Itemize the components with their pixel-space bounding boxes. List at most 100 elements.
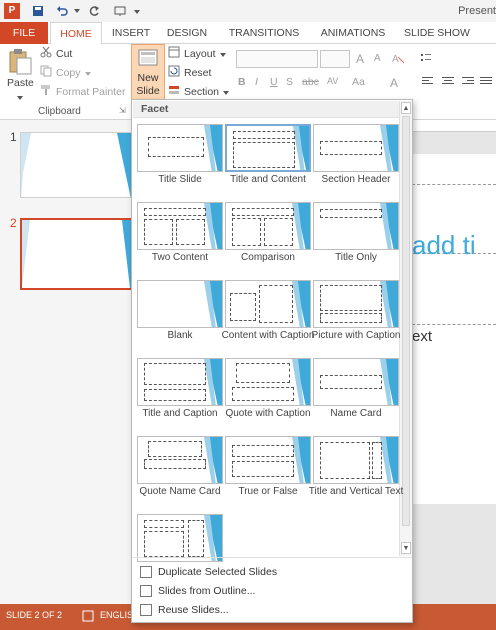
document-title: Present [458, 5, 496, 17]
layout-thumbnail[interactable] [225, 202, 311, 250]
scroll-down-icon[interactable]: ▼ [401, 542, 411, 554]
paste-label: Paste [7, 77, 34, 89]
layout-thumbnail[interactable] [225, 124, 311, 172]
layout-thumbnail[interactable] [313, 124, 399, 172]
start-slideshow-icon[interactable] [112, 3, 128, 19]
cut-label: Cut [56, 47, 73, 60]
content-placeholder[interactable] [412, 324, 496, 504]
tab-animations[interactable]: ANIMATIONS [316, 22, 390, 44]
copy-button[interactable]: Copy [40, 65, 91, 80]
layout-thumbnail[interactable] [137, 202, 223, 250]
section-icon [168, 84, 180, 99]
slides-from-outline-command[interactable]: Slides from Outline... [140, 585, 255, 597]
align-right-icon[interactable] [462, 76, 474, 86]
paste-dropdown-icon[interactable] [17, 91, 23, 103]
format-painter-button[interactable]: Format Painter [40, 84, 125, 99]
customize-toolbar-icon[interactable] [132, 3, 142, 19]
layout-label: Comparison [241, 252, 295, 263]
status-language[interactable]: ENGLIS [100, 610, 133, 620]
tab-insert[interactable]: INSERT [108, 22, 154, 44]
section-label: Section [184, 85, 220, 98]
bullets-icon[interactable] [420, 52, 432, 64]
layout-thumbnail[interactable] [225, 436, 311, 484]
reset-button[interactable]: Reset [168, 65, 211, 80]
layout-thumbnail[interactable] [137, 280, 223, 328]
spelling-icon[interactable] [82, 610, 94, 625]
slide-thumbnail-2[interactable] [20, 218, 136, 290]
undo-dropdown-icon[interactable] [72, 3, 82, 19]
layout-thumbnail[interactable] [137, 358, 223, 406]
align-left-icon[interactable] [422, 76, 434, 86]
underline-button[interactable]: U [270, 76, 278, 88]
save-icon[interactable] [30, 3, 46, 19]
clear-formatting-icon[interactable]: A [392, 52, 404, 64]
copy-dropdown-icon[interactable] [84, 67, 91, 79]
tab-transitions[interactable]: TRANSITIONS [226, 22, 302, 44]
section-button[interactable]: Section [168, 84, 230, 99]
slide-content-text[interactable]: ext [412, 328, 432, 345]
clipboard-group-label: Clipboard [38, 106, 81, 117]
slide-editing-area: add ti ext [412, 120, 496, 604]
theme-name: Facet [141, 103, 169, 115]
tab-file[interactable]: FILE [0, 22, 48, 44]
layout-label: Picture with Caption [311, 330, 401, 341]
bold-button[interactable]: B [238, 76, 246, 88]
clipboard-dialog-launcher-icon[interactable]: ⇲ [119, 106, 126, 115]
svg-text:A: A [392, 54, 399, 64]
gallery-header: Facet [133, 101, 399, 118]
font-color-button[interactable]: A [390, 76, 398, 90]
redo-icon[interactable] [86, 3, 102, 19]
tab-design[interactable]: DESIGN [164, 22, 210, 44]
tab-slide-show[interactable]: SLIDE SHOW [404, 22, 470, 44]
layout-dropdown-icon[interactable] [219, 48, 226, 60]
layout-thumbnail[interactable] [313, 436, 399, 484]
shadow-button[interactable]: S [286, 76, 293, 88]
layout-thumbnail[interactable] [313, 358, 399, 406]
new-slide-label-line1: New [137, 72, 159, 84]
layout-button[interactable]: Layout [168, 46, 226, 61]
increase-font-icon[interactable]: A [356, 52, 364, 66]
layout-thumbnail[interactable] [313, 202, 399, 250]
horizontal-ruler [412, 120, 496, 132]
slide-number-1: 1 [10, 130, 17, 144]
layout-label: Blank [167, 330, 193, 341]
layout-thumbnail[interactable] [225, 280, 311, 328]
slide-canvas[interactable]: add ti ext [412, 154, 496, 504]
layout-thumbnail[interactable] [225, 358, 311, 406]
tab-home[interactable]: HOME [50, 22, 102, 45]
align-center-icon[interactable] [442, 76, 454, 86]
character-spacing-button[interactable]: AV [327, 76, 338, 86]
duplicate-slides-command[interactable]: Duplicate Selected Slides [140, 566, 277, 578]
layout-thumbnail[interactable] [137, 124, 223, 172]
new-slide-layout-gallery: Facet ▲ ▼ Title Slide Title and Content Se… [131, 99, 413, 623]
copy-icon [40, 65, 52, 80]
copy-label: Copy [56, 66, 81, 79]
justify-icon[interactable] [480, 76, 492, 86]
cut-button[interactable]: Cut [40, 46, 72, 61]
paintbrush-icon [40, 84, 52, 99]
reuse-slides-command[interactable]: Reuse Slides... [140, 604, 229, 616]
layout-thumbnail[interactable] [313, 280, 399, 328]
status-slide-count: SLIDE 2 OF 2 [6, 610, 63, 620]
change-case-button[interactable]: Aa [352, 76, 365, 88]
section-dropdown-icon[interactable] [223, 86, 230, 98]
font-name-select[interactable] [236, 50, 318, 68]
slide-title-text[interactable]: add ti [412, 230, 476, 261]
slide-thumbnail-1[interactable] [20, 132, 136, 198]
paste-button[interactable]: Paste [5, 48, 37, 100]
layout-label: Name Card [330, 408, 382, 419]
decrease-font-icon[interactable]: A [374, 53, 381, 64]
new-slide-button[interactable]: New Slide [131, 44, 165, 100]
format-painter-label: Format Painter [56, 85, 126, 98]
layout-thumbnail[interactable] [137, 436, 223, 484]
reuse-icon [140, 604, 152, 616]
layout-label: Quote with Caption [225, 408, 311, 419]
strikethrough-button[interactable]: abc [302, 76, 319, 88]
font-size-select[interactable] [320, 50, 350, 68]
undo-icon[interactable] [54, 3, 70, 19]
reset-label: Reset [184, 66, 212, 79]
layout-thumbnail[interactable] [137, 514, 223, 562]
italic-button[interactable]: I [255, 76, 258, 88]
scroll-up-icon[interactable]: ▲ [401, 102, 411, 114]
duplicate-label: Duplicate Selected Slides [158, 566, 278, 578]
